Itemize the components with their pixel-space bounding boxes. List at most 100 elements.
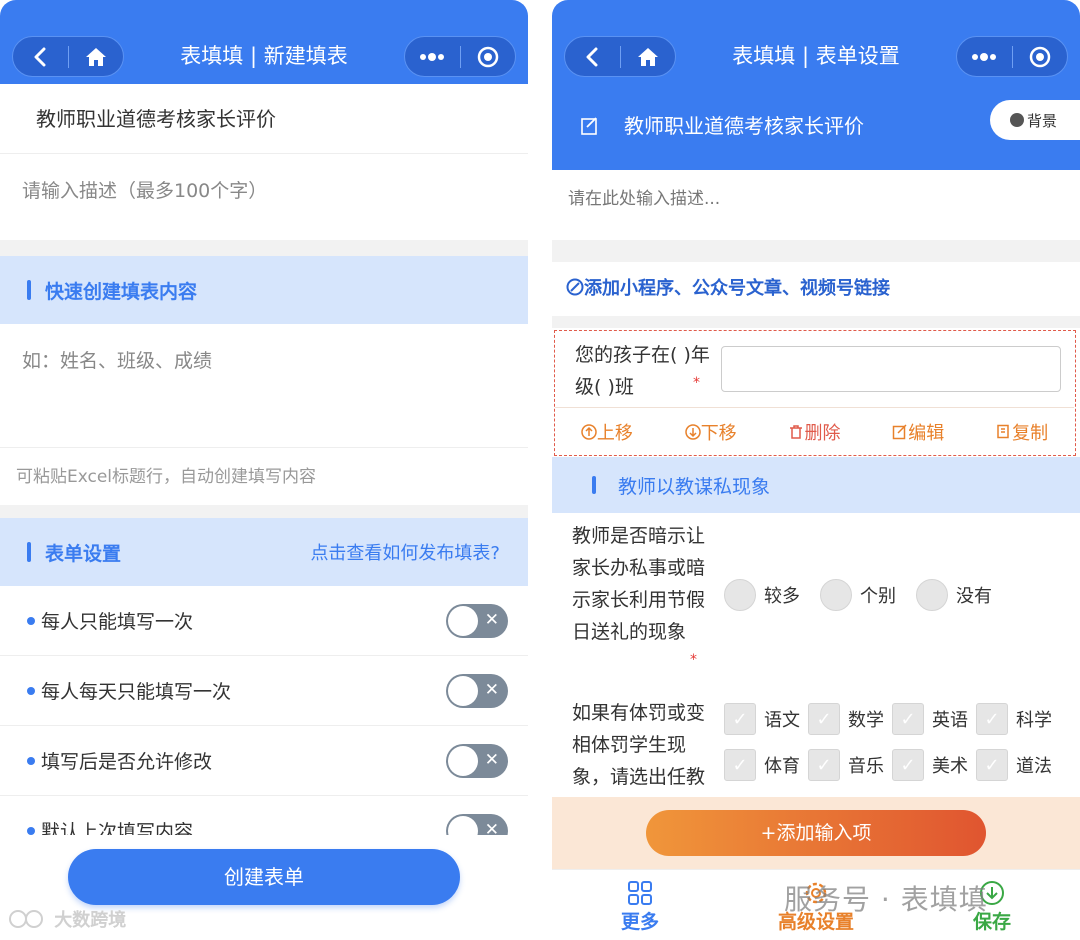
arrow-up-circle-icon — [581, 423, 597, 440]
more-dots-icon — [420, 52, 445, 61]
check-icon: ✓ — [808, 703, 840, 735]
edit-button[interactable]: 编辑 — [892, 419, 944, 445]
radio-option[interactable] — [916, 579, 948, 611]
edit-icon[interactable] — [580, 116, 600, 136]
checkbox-option[interactable]: ✓ 英语 — [892, 703, 968, 735]
publish-help-link[interactable]: 点击查看如何发布填表? — [310, 539, 500, 565]
trash-icon — [790, 424, 803, 439]
copy-button[interactable]: 复制 — [996, 419, 1048, 445]
quick-create-textarea[interactable]: 如：姓名、班级、成绩 — [0, 324, 528, 448]
watermark: 大数跨境 — [8, 906, 126, 932]
question-label: 教师是否暗示让家长办私事或暗示家长利用节假日送礼的现象 — [572, 525, 706, 643]
back-button[interactable] — [13, 37, 68, 76]
check-icon: ✓ — [892, 703, 924, 735]
checkbox-label: 美术 — [932, 756, 968, 777]
home-button[interactable] — [621, 37, 676, 76]
radio-label: 较多 — [764, 586, 800, 607]
divider — [552, 240, 1080, 262]
question-actions: 上移 下移 删除 编辑 复制 — [555, 407, 1074, 455]
paste-hint: 可粘贴Excel标题行，自动创建填写内容 — [16, 467, 317, 487]
background-button[interactable]: 背景 — [990, 100, 1080, 140]
checkbox-label: 英语 — [932, 710, 968, 731]
more-dots-icon — [972, 52, 997, 61]
close-icon: ✕ — [484, 609, 499, 630]
section-title: 表单设置 — [45, 542, 122, 565]
watermark-logo-icon — [9, 910, 43, 928]
setting-label: 填写后是否允许修改 — [41, 751, 213, 773]
setting-toggle[interactable]: ✕ — [446, 743, 508, 778]
checkbox-option[interactable]: ✓ 音乐 — [808, 749, 884, 781]
description-input[interactable]: 请在此处输入描述... — [552, 170, 1080, 238]
move-down-button[interactable]: 下移 — [684, 419, 737, 445]
close-icon: ✕ — [484, 679, 499, 700]
radio-option[interactable] — [724, 579, 756, 611]
setting-row: 每人每天只能填写一次 ✕ — [0, 656, 528, 726]
checkbox-option[interactable]: ✓ 科学 — [976, 703, 1052, 735]
section-header: 教师以教谋私现象 — [552, 457, 1080, 513]
form-title[interactable]: 教师职业道德考核家长评价 — [624, 110, 864, 139]
add-link-button[interactable]: 添加小程序、公众号文章、视频号链接 — [552, 262, 1080, 316]
checkbox-option[interactable]: ✓ 数学 — [808, 703, 884, 735]
capsule-menu — [956, 36, 1068, 77]
form-title-input[interactable]: 教师职业道德考核家长评价 — [0, 84, 528, 154]
header-title: 表填填 | 表单设置 — [732, 44, 900, 68]
move-up-button[interactable]: 上移 — [581, 419, 633, 445]
close-miniprogram-button[interactable] — [461, 37, 516, 76]
required-mark: * — [693, 375, 700, 391]
divider — [552, 316, 1080, 328]
settings-header: 表单设置 点击查看如何发布填表? — [0, 518, 528, 586]
setting-label: 每人只能填写一次 — [41, 611, 194, 633]
close-miniprogram-button[interactable] — [1013, 37, 1068, 76]
header-title: 表填填 | 新建填表 — [180, 44, 348, 68]
palette-icon — [1010, 113, 1024, 127]
nav-capsule — [564, 36, 676, 77]
back-button[interactable] — [565, 37, 620, 76]
question-label: 您的孩子在( )年级( )班 — [575, 339, 725, 403]
question-text: 您的孩子在( )年级( )班 — [575, 344, 710, 398]
checkbox-option[interactable]: ✓ 美术 — [892, 749, 968, 781]
capsule-menu — [404, 36, 516, 77]
radio-label: 个别 — [860, 586, 896, 607]
action-label: 编辑 — [908, 422, 945, 444]
checkbox-option[interactable]: ✓ 体育 — [724, 749, 800, 781]
checkbox-option[interactable]: ✓ 道法 — [976, 749, 1052, 781]
description-input[interactable]: 请输入描述（最多100个字） — [0, 154, 528, 240]
setting-label: 每人每天只能填写一次 — [41, 681, 232, 703]
setting-toggle[interactable]: ✕ — [446, 603, 508, 638]
check-icon: ✓ — [976, 703, 1008, 735]
question-input[interactable] — [721, 346, 1061, 392]
check-icon: ✓ — [808, 749, 840, 781]
tab-label: 更多 — [620, 911, 659, 933]
checkbox-option[interactable]: ✓ 语文 — [724, 703, 800, 735]
check-icon: ✓ — [724, 703, 756, 735]
watermark: 服务号 · 表填填 — [784, 883, 988, 916]
delete-button[interactable]: 删除 — [788, 419, 840, 445]
chevron-left-icon — [586, 47, 598, 66]
create-form-button[interactable]: 创建表单 — [68, 849, 460, 905]
radio-option[interactable] — [820, 579, 852, 611]
target-icon — [477, 46, 498, 67]
more-menu-button[interactable] — [957, 37, 1012, 76]
check-icon: ✓ — [892, 749, 924, 781]
header: 表填填 | 新建填表 — [0, 0, 528, 84]
section-title: 教师以教谋私现象 — [618, 475, 771, 498]
tab-more[interactable]: 更多 — [552, 870, 728, 940]
checkbox-label: 音乐 — [848, 756, 884, 777]
question-label: 如果有体罚或变相体罚学生现象，请选出任教 — [572, 702, 706, 788]
more-menu-button[interactable] — [405, 37, 460, 76]
setting-row: 填写后是否允许修改 ✕ — [0, 726, 528, 796]
required-mark: * — [690, 652, 697, 668]
add-input-button[interactable]: +添加输入项 — [646, 810, 986, 856]
action-label: 下移 — [700, 422, 737, 444]
divider — [0, 505, 528, 518]
copy-icon — [997, 424, 1009, 438]
checkbox-label: 数学 — [848, 710, 884, 731]
form-settings-screen: 表填填 | 表单设置 教师职业道德考核家长评价 背景 请在此处输入描述... 添… — [552, 0, 1080, 940]
home-button[interactable] — [69, 37, 124, 76]
check-icon: ✓ — [976, 749, 1008, 781]
question-card-selected[interactable]: 您的孩子在( )年级( )班 * 上移 下移 删除 编辑 复制 — [554, 330, 1076, 456]
chevron-left-icon — [34, 47, 46, 66]
watermark-text: 大数跨境 — [54, 910, 127, 931]
plus-icon: + — [760, 822, 777, 844]
setting-toggle[interactable]: ✕ — [446, 673, 508, 708]
